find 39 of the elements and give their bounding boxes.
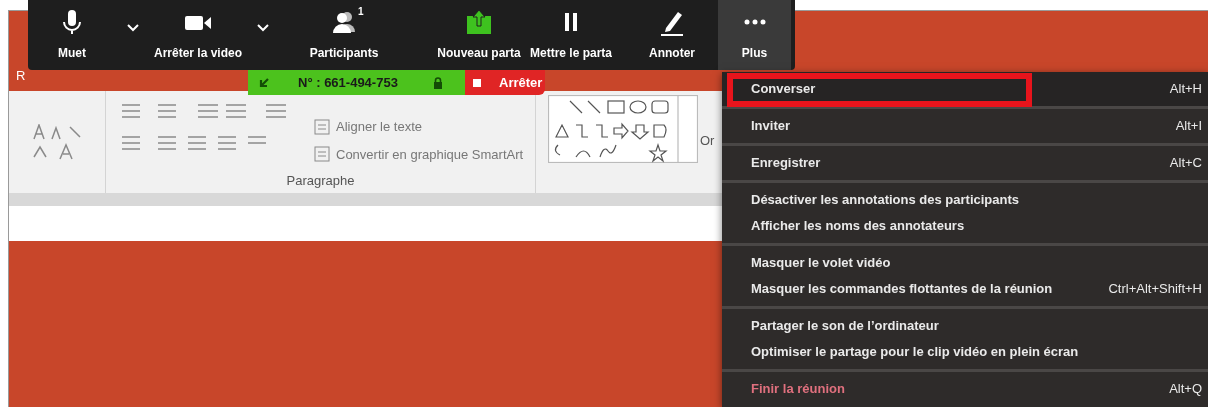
shortcut: Alt+C [1169, 154, 1202, 173]
toolbar-button[interactable]: Mettre le parta [532, 0, 610, 70]
toolbar-button[interactable]: Muet [28, 0, 116, 70]
menu-item[interactable]: Enregistrer Alt+C [722, 146, 1208, 180]
toolbar-button[interactable]: Plus [718, 0, 791, 70]
menu-item[interactable]: Désactiver les annotations des participants [722, 187, 1208, 213]
menu-item[interactable]: Inviter Alt+I [722, 109, 1208, 143]
meeting-id: N° : 661-494-753 [298, 73, 398, 92]
menu-item[interactable]: Masquer les commandes flottantes de la réunion Ctrl+Alt+Shift+H [722, 276, 1208, 302]
menu-item[interactable]: Converser Alt+H [722, 72, 1208, 106]
toolbar-button[interactable]: 1 Participants [294, 0, 394, 70]
share-icon [465, 8, 493, 36]
menu-item[interactable]: Masquer le volet vidéo [722, 250, 1208, 276]
toolbar-button[interactable]: Arrêter la video [150, 0, 246, 70]
caret-icon [257, 24, 269, 32]
group-label: Paragraphe [285, 171, 356, 190]
arrow-icon [258, 76, 270, 89]
window-title: R [16, 66, 26, 85]
menu-item[interactable]: Partager le son de l’ordinateur [722, 313, 1208, 339]
shortcut: Alt+I [1175, 117, 1202, 136]
shortcut: Alt+Q [1169, 380, 1202, 399]
command-icon [314, 146, 330, 163]
toolbar-button[interactable]: Annoter [632, 0, 712, 70]
lock-icon [433, 76, 443, 89]
menu-item[interactable]: Afficher les noms des annotateurs [722, 213, 1208, 239]
shortcut: Alt+H [1169, 80, 1202, 99]
command-icon [314, 118, 330, 135]
stop-icon [473, 78, 481, 87]
font-tools-drawing [33, 124, 81, 160]
participant-count: 1 [358, 5, 364, 19]
more-icon [743, 19, 766, 25]
ribbon-command[interactable]: Convertir en graphique SmartArt [314, 144, 524, 164]
menu-item[interactable]: Finir la réunion Alt+Q [722, 372, 1208, 406]
caret-icon [127, 24, 139, 32]
shortcut: Ctrl+Alt+Shift+H [1108, 280, 1202, 299]
menu-item[interactable]: Optimiser le partage pour le clip vidéo en plein écran [722, 339, 1208, 365]
ribbon-command[interactable]: Aligner le texte [314, 117, 524, 137]
group-label-fragment: Or [700, 132, 715, 150]
stop-share-button[interactable]: Arrêter [465, 70, 545, 95]
